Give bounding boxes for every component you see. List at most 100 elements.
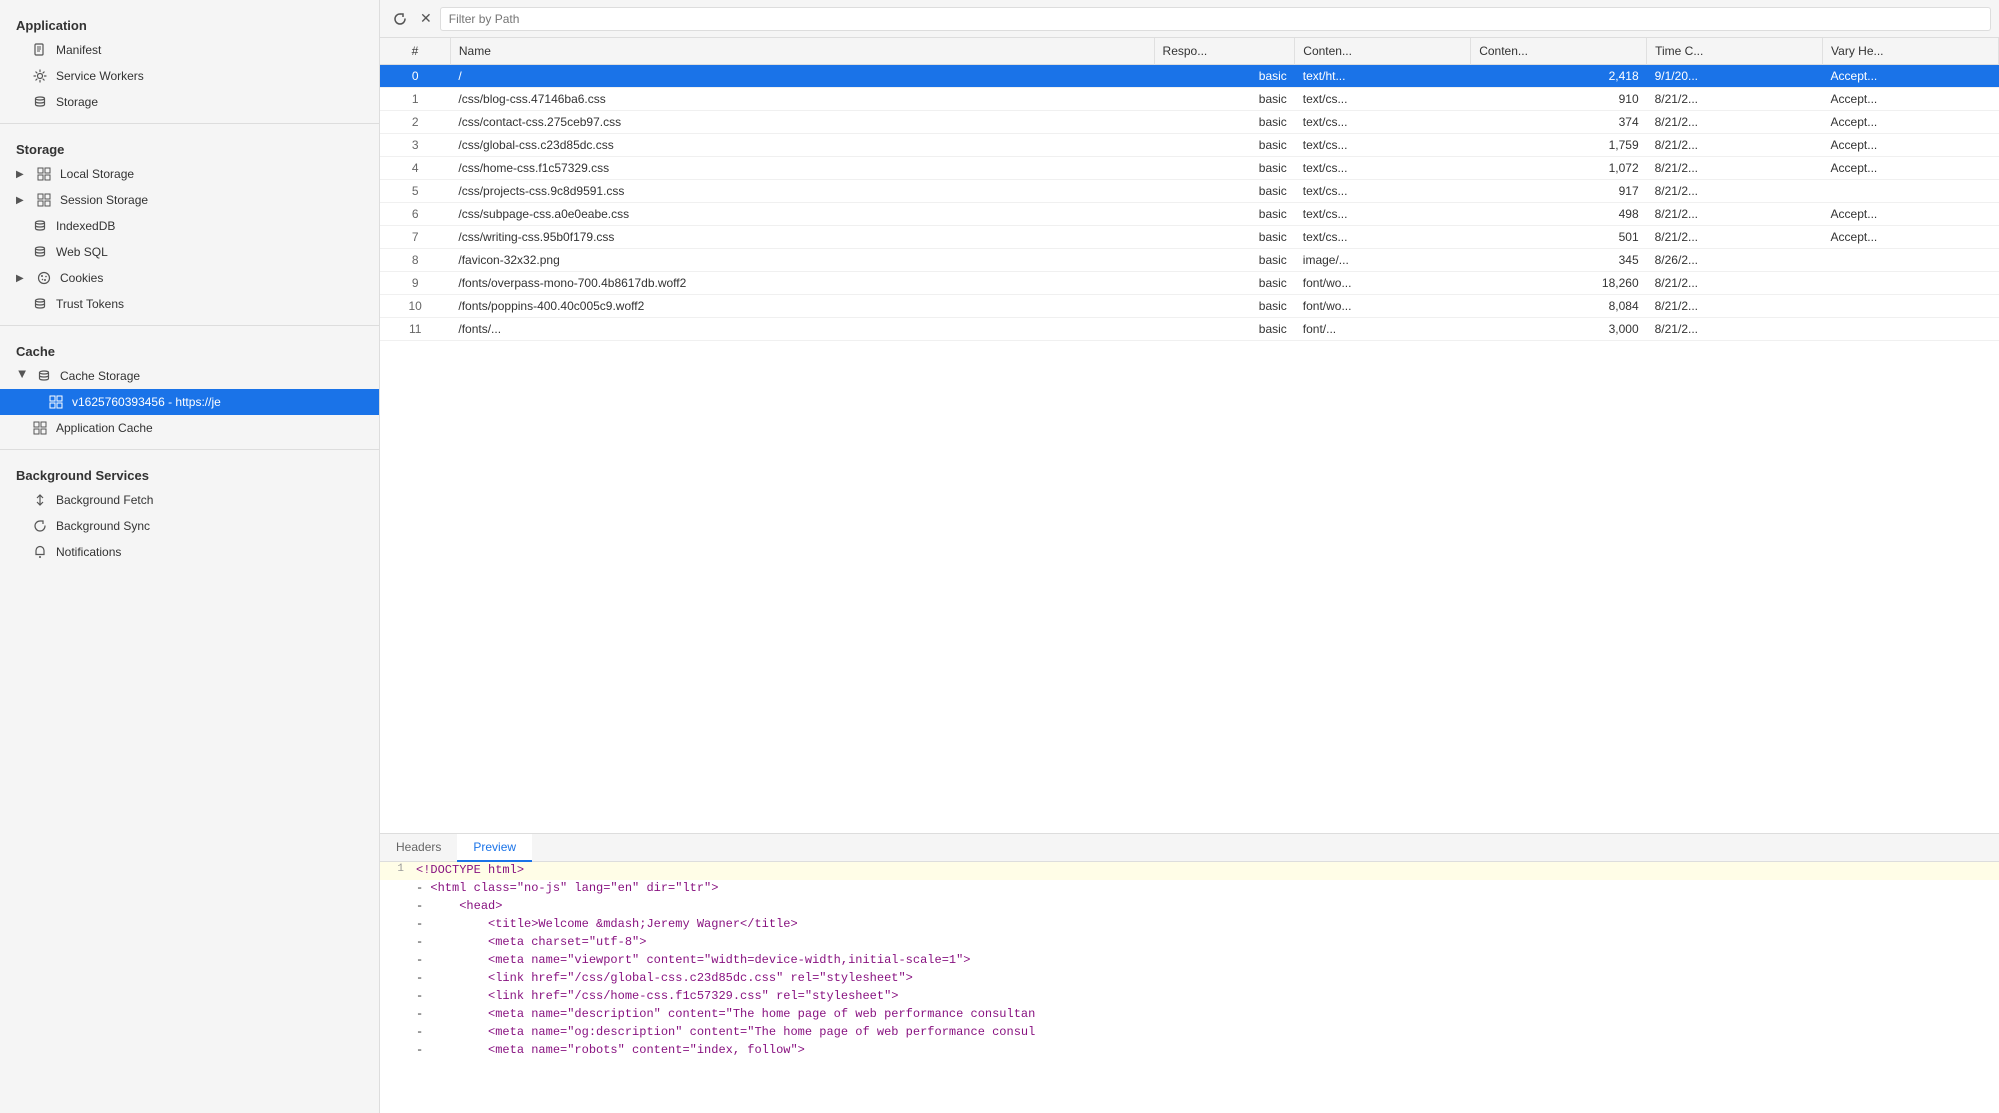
sync-icon xyxy=(32,518,48,534)
cache-v1-label: v1625760393456 - https://je xyxy=(72,395,221,409)
grid-icon-session xyxy=(36,192,52,208)
sidebar-item-service-workers[interactable]: Service Workers xyxy=(0,63,379,89)
table-row[interactable]: 8/favicon-32x32.pngbasicimage/...3458/26… xyxy=(380,249,1999,272)
table-row[interactable]: 0/basictext/ht...2,4189/1/20...Accept... xyxy=(380,65,1999,88)
application-cache-label: Application Cache xyxy=(56,421,153,435)
col-content-length-header[interactable]: Conten... xyxy=(1471,38,1647,65)
table-row[interactable]: 2/css/contact-css.275ceb97.cssbasictext/… xyxy=(380,111,1999,134)
cookies-label: Cookies xyxy=(60,271,103,285)
col-name-header[interactable]: Name xyxy=(450,38,1154,65)
col-response-header[interactable]: Respo... xyxy=(1154,38,1295,65)
table-row[interactable]: 3/css/global-css.c23d85dc.cssbasictext/c… xyxy=(380,134,1999,157)
code-area[interactable]: 1<!DOCTYPE html>- <html class="no-js" la… xyxy=(380,862,1999,1113)
storage-app-label: Storage xyxy=(56,95,98,109)
cookie-icon xyxy=(36,270,52,286)
table-scroll[interactable]: # Name Respo... Conten... Conten... Time… xyxy=(380,38,1999,833)
expand-arrow-cookies: ▶ xyxy=(16,273,28,284)
cache-table: # Name Respo... Conten... Conten... Time… xyxy=(380,38,1999,341)
main-content: ✕ # Name Respo... Conten... Conten... Ti… xyxy=(380,0,1999,1113)
sidebar-item-manifest[interactable]: Manifest xyxy=(0,37,379,63)
table-row[interactable]: 7/css/writing-css.95b0f179.cssbasictext/… xyxy=(380,226,1999,249)
table-area: # Name Respo... Conten... Conten... Time… xyxy=(380,38,1999,833)
web-sql-label: Web SQL xyxy=(56,245,108,259)
sidebar-item-cache-v1[interactable]: v1625760393456 - https://je xyxy=(0,389,379,415)
expand-arrow-cache-storage: ▶ xyxy=(17,370,28,382)
code-line: - <meta name="og:description" content="T… xyxy=(380,1024,1999,1042)
tab-headers[interactable]: Headers xyxy=(380,834,457,862)
table-row[interactable]: 11/fonts/...basicfont/...3,0008/21/2... xyxy=(380,318,1999,341)
col-content-type-header[interactable]: Conten... xyxy=(1295,38,1471,65)
sidebar-item-web-sql[interactable]: Web SQL xyxy=(0,239,379,265)
notifications-label: Notifications xyxy=(56,545,121,559)
code-line: - <link href="/css/home-css.f1c57329.css… xyxy=(380,988,1999,1006)
table-body: 0/basictext/ht...2,4189/1/20...Accept...… xyxy=(380,65,1999,341)
code-line: - <html class="no-js" lang="en" dir="ltr… xyxy=(380,880,1999,898)
code-line: - <meta charset="utf-8"> xyxy=(380,934,1999,952)
sidebar: Application Manifest Service Workers xyxy=(0,0,380,1113)
code-content: 1<!DOCTYPE html>- <html class="no-js" la… xyxy=(380,862,1999,1060)
service-workers-label: Service Workers xyxy=(56,69,144,83)
divider-3 xyxy=(0,449,379,450)
close-button[interactable]: ✕ xyxy=(416,6,436,31)
grid-icon-appcache xyxy=(32,420,48,436)
indexeddb-label: IndexedDB xyxy=(56,219,115,233)
db-icon xyxy=(32,94,48,110)
code-line: - <meta name="viewport" content="width=d… xyxy=(380,952,1999,970)
code-line: 1<!DOCTYPE html> xyxy=(380,862,1999,880)
sidebar-item-storage-app[interactable]: Storage xyxy=(0,89,379,115)
sidebar-item-indexeddb[interactable]: IndexedDB xyxy=(0,213,379,239)
filter-input[interactable] xyxy=(440,7,1991,31)
session-storage-label: Session Storage xyxy=(60,193,148,207)
application-section-title: Application xyxy=(0,8,379,37)
table-row[interactable]: 6/css/subpage-css.a0e0eabe.cssbasictext/… xyxy=(380,203,1999,226)
file-icon xyxy=(32,42,48,58)
sidebar-item-background-sync[interactable]: Background Sync xyxy=(0,513,379,539)
sidebar-item-background-fetch[interactable]: Background Fetch xyxy=(0,487,379,513)
divider-1 xyxy=(0,123,379,124)
refresh-button[interactable] xyxy=(388,7,412,31)
arrows-icon xyxy=(32,492,48,508)
code-line: - <title>Welcome &mdash;Jeremy Wagner</t… xyxy=(380,916,1999,934)
col-time-header[interactable]: Time C... xyxy=(1647,38,1823,65)
toolbar: ✕ xyxy=(380,0,1999,38)
code-line: - <head> xyxy=(380,898,1999,916)
sidebar-item-notifications[interactable]: Notifications xyxy=(0,539,379,565)
sidebar-item-cookies[interactable]: ▶ Cookies xyxy=(0,265,379,291)
expand-arrow-local-storage: ▶ xyxy=(16,169,28,180)
close-icon: ✕ xyxy=(420,10,432,27)
panel-tabs: Headers Preview xyxy=(380,834,1999,862)
sidebar-item-trust-tokens[interactable]: Trust Tokens xyxy=(0,291,379,317)
grid-icon-local xyxy=(36,166,52,182)
db-icon-trust xyxy=(32,296,48,312)
code-line: - <meta name="robots" content="index, fo… xyxy=(380,1042,1999,1060)
col-hash-header[interactable]: # xyxy=(380,38,450,65)
bell-icon xyxy=(32,544,48,560)
db-icon-websql xyxy=(32,244,48,260)
cache-storage-label: Cache Storage xyxy=(60,369,140,383)
table-header-row: # Name Respo... Conten... Conten... Time… xyxy=(380,38,1999,65)
table-row[interactable]: 5/css/projects-css.9c8d9591.cssbasictext… xyxy=(380,180,1999,203)
cache-section-title: Cache xyxy=(0,334,379,363)
bg-services-section-title: Background Services xyxy=(0,458,379,487)
db-icon-cache xyxy=(36,368,52,384)
table-row[interactable]: 4/css/home-css.f1c57329.cssbasictext/cs.… xyxy=(380,157,1999,180)
table-row[interactable]: 10/fonts/poppins-400.40c005c9.woff2basic… xyxy=(380,295,1999,318)
code-line: - <link href="/css/global-css.c23d85dc.c… xyxy=(380,970,1999,988)
tab-preview[interactable]: Preview xyxy=(457,834,532,862)
storage-section-title: Storage xyxy=(0,132,379,161)
gear-icon xyxy=(32,68,48,84)
table-row[interactable]: 1/css/blog-css.47146ba6.cssbasictext/cs.… xyxy=(380,88,1999,111)
background-fetch-label: Background Fetch xyxy=(56,493,153,507)
sidebar-item-application-cache[interactable]: Application Cache xyxy=(0,415,379,441)
local-storage-label: Local Storage xyxy=(60,167,134,181)
sidebar-item-local-storage[interactable]: ▶ Local Storage xyxy=(0,161,379,187)
col-vary-header[interactable]: Vary He... xyxy=(1823,38,1999,65)
bottom-panel: Headers Preview 1<!DOCTYPE html>- <html … xyxy=(380,833,1999,1113)
sidebar-item-cache-storage[interactable]: ▶ Cache Storage xyxy=(0,363,379,389)
code-line: - <meta name="description" content="The … xyxy=(380,1006,1999,1024)
trust-tokens-label: Trust Tokens xyxy=(56,297,124,311)
sidebar-item-session-storage[interactable]: ▶ Session Storage xyxy=(0,187,379,213)
table-row[interactable]: 9/fonts/overpass-mono-700.4b8617db.woff2… xyxy=(380,272,1999,295)
expand-arrow-session-storage: ▶ xyxy=(16,195,28,206)
db-icon-indexed xyxy=(32,218,48,234)
